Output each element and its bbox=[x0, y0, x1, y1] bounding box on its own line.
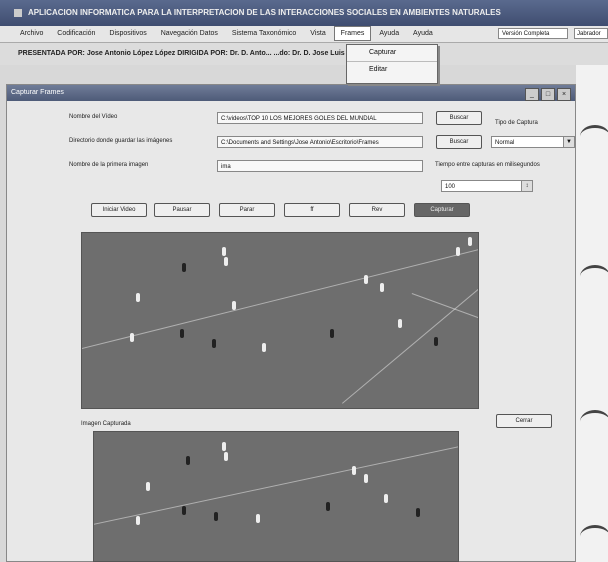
capture-frames-dialog: Capturar Frames _ □ × Nombre del Vídeo C:\… bbox=[6, 84, 576, 562]
player bbox=[214, 512, 218, 521]
interval-spinner[interactable]: 100 ↕ bbox=[441, 180, 533, 192]
player bbox=[222, 247, 226, 256]
player bbox=[224, 452, 228, 461]
app-title-bar: APLICACION INFORMATICA PARA LA INTERPRET… bbox=[0, 0, 608, 26]
menu-item-capturar[interactable]: Capturar bbox=[347, 45, 437, 62]
eye-icon bbox=[580, 265, 608, 288]
player bbox=[130, 333, 134, 342]
menu-ayuda-2[interactable]: Ayuda bbox=[407, 26, 439, 42]
dialog-title-bar: Capturar Frames _ □ × bbox=[7, 85, 575, 101]
menu-archivo[interactable]: Archivo bbox=[14, 26, 49, 42]
capture-button[interactable]: Capturar bbox=[414, 203, 470, 217]
version-select[interactable]: Versión Completa bbox=[498, 28, 568, 39]
user-select[interactable]: Jabrador bbox=[574, 28, 608, 39]
player bbox=[330, 329, 334, 338]
eye-icon bbox=[580, 410, 608, 433]
player bbox=[262, 343, 266, 352]
presented-by-banner: PRESENTADA POR: Jose Antonio López López… bbox=[0, 43, 608, 65]
player bbox=[224, 257, 228, 266]
eye-icon bbox=[580, 525, 608, 548]
first-image-label: Nombre de la primera imagen bbox=[69, 162, 149, 168]
player bbox=[326, 502, 330, 511]
menu-bar: Archivo Codificación Dispositivos Navega… bbox=[0, 26, 608, 43]
captured-image-label: Imagen Capturada bbox=[81, 421, 131, 427]
fast-forward-button[interactable]: ff bbox=[284, 203, 340, 217]
pause-button[interactable]: Pausar bbox=[154, 203, 210, 217]
menu-ayuda[interactable]: Ayuda bbox=[373, 26, 405, 42]
video-name-field[interactable]: C:\videos\TOP 10 LOS MEJORES GOLES DEL M… bbox=[217, 112, 423, 124]
video-name-label: Nombre del Vídeo bbox=[69, 114, 118, 120]
player bbox=[180, 329, 184, 338]
clear-button[interactable]: Cerrar bbox=[496, 414, 552, 428]
chevron-down-icon: ▼ bbox=[563, 137, 574, 147]
player bbox=[468, 237, 472, 246]
player bbox=[146, 482, 150, 491]
player bbox=[136, 293, 140, 302]
pitch-line bbox=[411, 293, 478, 332]
dialog-title: Capturar Frames bbox=[11, 89, 64, 96]
directory-field[interactable]: C:\Documents and Settings\Jose Antonio\E… bbox=[217, 136, 423, 148]
minimize-button[interactable]: _ bbox=[525, 88, 539, 101]
video-preview bbox=[81, 232, 479, 409]
rewind-button[interactable]: Rev bbox=[349, 203, 405, 217]
pitch-line bbox=[342, 235, 478, 404]
captured-image bbox=[93, 431, 459, 562]
player bbox=[364, 474, 368, 483]
close-button[interactable]: × bbox=[557, 88, 571, 101]
interval-label: Tiempo entre capturas en milisegundos bbox=[435, 162, 540, 168]
menu-dispositivos[interactable]: Dispositivos bbox=[103, 26, 152, 42]
stop-button[interactable]: Parar bbox=[219, 203, 275, 217]
maximize-button[interactable]: □ bbox=[541, 88, 555, 101]
menu-vista[interactable]: Vista bbox=[304, 26, 331, 42]
menu-navegacion[interactable]: Navegación Datos bbox=[155, 26, 224, 42]
capture-type-label: Tipo de Captura bbox=[495, 120, 538, 126]
player bbox=[456, 247, 460, 256]
player bbox=[380, 283, 384, 292]
player bbox=[222, 442, 226, 451]
first-image-field[interactable]: ima bbox=[217, 160, 423, 172]
eye-icon bbox=[580, 125, 608, 148]
menu-item-editar[interactable]: Editar bbox=[347, 62, 437, 78]
capture-type-select[interactable]: Normal ▼ bbox=[491, 136, 575, 148]
player bbox=[352, 466, 356, 475]
frames-dropdown-menu: Capturar Editar bbox=[346, 44, 438, 84]
player bbox=[398, 319, 402, 328]
player bbox=[182, 506, 186, 515]
capture-type-value: Normal bbox=[495, 140, 515, 146]
menu-frames[interactable]: Frames bbox=[333, 26, 372, 41]
player bbox=[256, 514, 260, 523]
player bbox=[212, 339, 216, 348]
player bbox=[384, 494, 388, 503]
background-decoration bbox=[576, 65, 608, 562]
menu-codificacion[interactable]: Codificación bbox=[51, 26, 101, 42]
player bbox=[232, 301, 236, 310]
player bbox=[182, 263, 186, 272]
player bbox=[364, 275, 368, 284]
interval-value: 100 bbox=[445, 184, 456, 190]
app-icon bbox=[14, 8, 22, 17]
browse-video-button[interactable]: Buscar bbox=[436, 111, 482, 125]
app-title: APLICACION INFORMATICA PARA LA INTERPRET… bbox=[27, 8, 501, 17]
player bbox=[186, 456, 190, 465]
directory-label: Directorio donde guardar las imágenes bbox=[69, 138, 173, 144]
pitch-line bbox=[82, 233, 478, 354]
player bbox=[136, 516, 140, 525]
player bbox=[434, 337, 438, 346]
start-video-button[interactable]: Iniciar Video bbox=[91, 203, 147, 217]
browse-directory-button[interactable]: Buscar bbox=[436, 135, 482, 149]
spinner-arrows-icon: ↕ bbox=[521, 181, 532, 191]
menu-sistema[interactable]: Sistema Taxonómico bbox=[226, 26, 302, 42]
player bbox=[416, 508, 420, 517]
